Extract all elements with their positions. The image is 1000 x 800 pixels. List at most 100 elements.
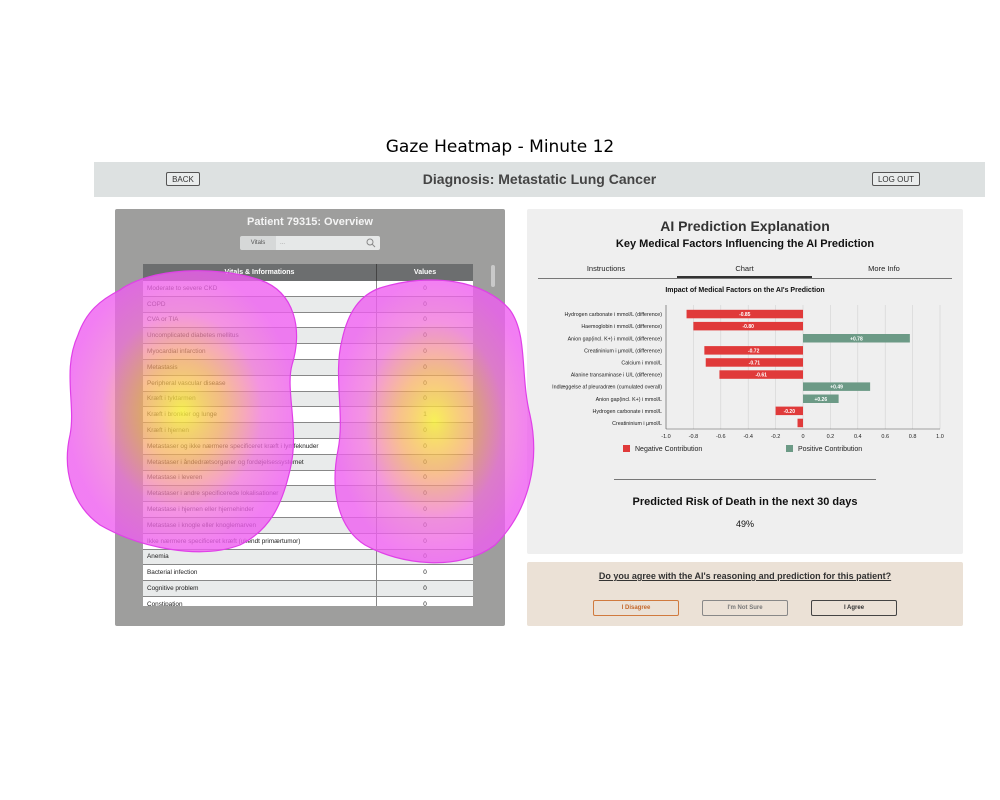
row-label: Metastase i knogle eller knoglemarven: [143, 517, 377, 533]
disagree-button[interactable]: I Disagree: [593, 600, 679, 616]
row-value: 0: [423, 569, 427, 577]
vitals-table[interactable]: Vitals & Informations Values Moderate to…: [143, 264, 473, 606]
table-row[interactable]: Metastasis 0: [143, 359, 473, 376]
row-label: Peripheral vascular disease: [143, 375, 377, 391]
table-row[interactable]: Metastaser og ikke nærmere specificeret …: [143, 438, 473, 455]
bar-data-label: -0.61: [756, 373, 768, 379]
chart-title: Impact of Medical Factors on the AI's Pr…: [665, 287, 824, 294]
row-label: Anemia: [143, 549, 377, 565]
bar-data-label: -0.71: [749, 360, 761, 366]
patient-title: Patient 79315: Overview: [247, 216, 373, 228]
bar-data-label: -0.20: [784, 409, 796, 415]
search-icon[interactable]: [366, 238, 376, 248]
tab-instructions[interactable]: Instructions: [538, 264, 674, 273]
table-row[interactable]: Kræft i tyktarmen 0: [143, 391, 473, 408]
column-header-vitals: Vitals & Informations: [143, 264, 377, 281]
table-header: Vitals & Informations Values: [143, 264, 473, 281]
x-tick-label: 1.0: [936, 434, 944, 440]
table-row[interactable]: Myocardial infarction 0: [143, 344, 473, 360]
legend-negative-label: Negative Contribution: [635, 446, 702, 453]
row-value: 0: [423, 537, 427, 545]
x-tick-label: -0.8: [689, 434, 698, 440]
row-label: COPD: [143, 296, 377, 312]
column-header-values: Values: [413, 269, 437, 276]
x-tick-label: -0.6: [716, 434, 725, 440]
row-value: 0: [423, 395, 427, 403]
row-value: 0: [423, 332, 427, 340]
table-row[interactable]: Metastase i knogle eller knoglemarven 0: [143, 517, 473, 534]
y-category-label: Hydrogen carbonate i mmol/L (difference): [565, 312, 663, 318]
agree-button[interactable]: I Agree: [811, 600, 897, 616]
x-tick-label: 0.2: [827, 434, 835, 440]
search-scope-select[interactable]: Vitals: [240, 236, 276, 250]
row-label: Metastase i hjernen eller hjernehinder: [143, 502, 377, 517]
table-row[interactable]: CVA or TIA 0: [143, 312, 473, 329]
row-label: Kræft i hjernen: [143, 423, 377, 438]
row-label: Metastasis: [143, 359, 377, 375]
tab-chart[interactable]: Chart: [677, 264, 812, 278]
patient-overview-panel: Patient 79315: Overview Vitals ... Vital…: [115, 209, 505, 626]
x-tick-label: 0.4: [854, 434, 862, 440]
row-value: 0: [423, 521, 427, 529]
table-row[interactable]: Ikke nærmere specificeret kræft (ukendt …: [143, 533, 473, 550]
row-value: 0: [423, 585, 427, 593]
row-label: Metastaser i åndedrætsorganer og fordøje…: [143, 454, 377, 470]
table-row[interactable]: Constipation 0: [143, 596, 473, 606]
row-value: 0: [423, 553, 427, 561]
feedback-question: Do you agree with the AI's reasoning and…: [598, 571, 892, 581]
table-row[interactable]: Metastaser i andre specificerede lokalis…: [143, 486, 473, 503]
row-value: 0: [423, 379, 427, 387]
row-value: 0: [423, 442, 427, 450]
ai-explanation-panel: AI Prediction Explanation Key Medical Fa…: [527, 209, 963, 554]
figure-title: Gaze Heatmap - Minute 12: [385, 137, 615, 157]
y-category-label: Alanine transaminase i U/L (difference): [571, 373, 663, 379]
table-row[interactable]: Cognitive problem 0: [143, 581, 473, 597]
x-tick-label: 0.6: [881, 434, 889, 440]
legend-negative-swatch: [623, 445, 630, 452]
row-value: 0: [423, 490, 427, 498]
row-label: Metastase i leveren: [143, 470, 377, 486]
vitals-search: Vitals ...: [240, 236, 380, 250]
table-row[interactable]: COPD 0: [143, 296, 473, 313]
row-value: 0: [423, 284, 427, 292]
row-label: Uncomplicated diabetes mellitus: [143, 328, 377, 344]
table-row[interactable]: Anemia 0: [143, 549, 473, 566]
row-value: 0: [423, 363, 427, 371]
table-row[interactable]: Moderate to severe CKD 0: [143, 281, 473, 297]
row-label: Metastaser i andre specificerede lokalis…: [143, 486, 377, 502]
risk-title: Predicted Risk of Death in the next 30 d…: [632, 496, 858, 508]
table-row[interactable]: Kræft i hjernen 0: [143, 423, 473, 439]
legend-positive-label: Positive Contribution: [798, 446, 862, 453]
x-tick-label: -0.4: [743, 434, 752, 440]
not-sure-button[interactable]: I'm Not Sure: [702, 600, 788, 616]
table-row[interactable]: Uncomplicated diabetes mellitus 0: [143, 328, 473, 345]
y-category-label: Haemoglobin i mmol/L (difference): [581, 324, 662, 330]
logout-button[interactable]: LOG OUT: [872, 172, 920, 186]
row-label: Kræft i tyktarmen: [143, 391, 377, 407]
tab-more-info[interactable]: More Info: [816, 264, 952, 273]
risk-value: 49%: [735, 519, 754, 529]
table-row[interactable]: Peripheral vascular disease 0: [143, 375, 473, 392]
table-row[interactable]: Kræft i bronkier og lunge 1: [143, 407, 473, 424]
x-tick-label: 0: [801, 434, 804, 440]
table-row[interactable]: Metastase i leveren 0: [143, 470, 473, 487]
table-scrollbar[interactable]: [491, 265, 495, 287]
bar-data-label: +0.78: [850, 336, 863, 342]
ai-panel-title: AI Prediction Explanation: [660, 218, 830, 234]
search-input[interactable]: ...: [276, 236, 380, 250]
table-row[interactable]: Metastase i hjernen eller hjernehinder 0: [143, 502, 473, 518]
x-tick-label: -1.0: [661, 434, 670, 440]
row-label: Moderate to severe CKD: [143, 281, 377, 296]
page-title: Diagnosis: Metastatic Lung Cancer: [422, 171, 657, 187]
table-row[interactable]: Metastaser i åndedrætsorganer og fordøje…: [143, 454, 473, 471]
bar-data-label: -0.72: [748, 348, 760, 354]
row-value: 0: [423, 506, 427, 514]
row-label: Metastaser og ikke nærmere specificeret …: [143, 438, 377, 454]
bar-data-label: -0.85: [739, 312, 751, 318]
row-value: 0: [423, 427, 427, 435]
row-value: 0: [423, 474, 427, 482]
row-value: 1: [423, 411, 427, 419]
table-row[interactable]: Bacterial infection 0: [143, 565, 473, 582]
row-value: 0: [423, 348, 427, 356]
y-category-label: Calcium i mmol/L: [621, 360, 662, 366]
